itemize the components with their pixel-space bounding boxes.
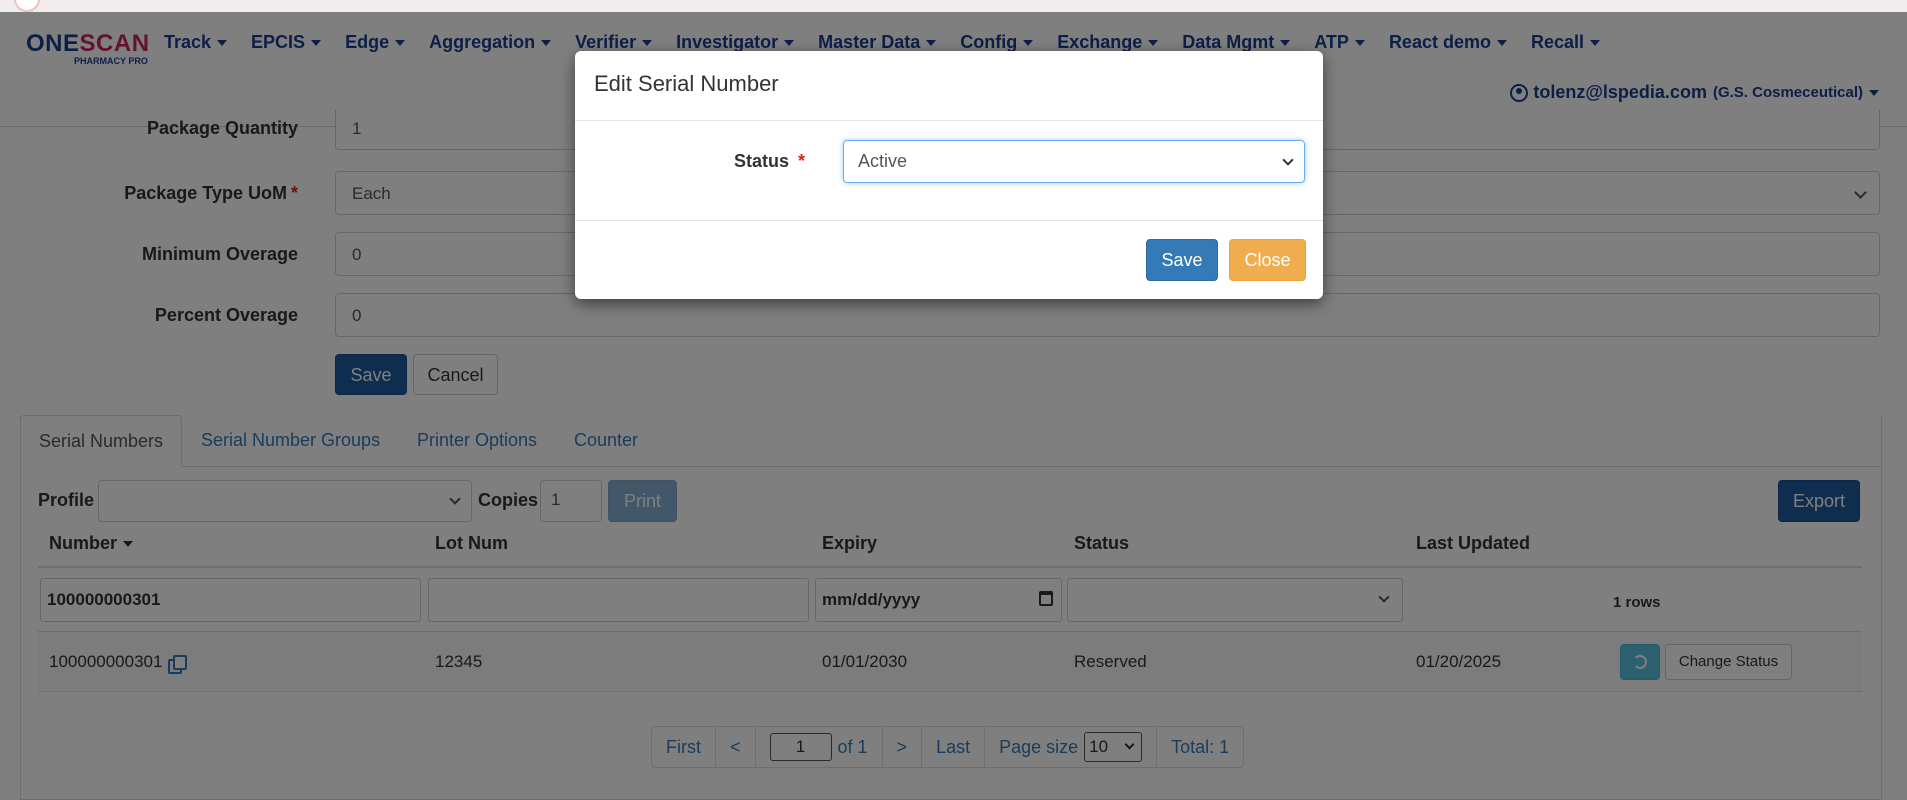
required-mark: *: [797, 151, 805, 171]
modal-header: Edit Serial Number: [575, 51, 1323, 121]
window-dot: [14, 0, 40, 12]
status-select[interactable]: Active: [843, 140, 1305, 183]
chevron-down-icon: [1282, 154, 1294, 166]
modal-save-button[interactable]: Save: [1146, 239, 1218, 281]
browser-top-strip: [0, 0, 1907, 12]
modal-footer: Save Close: [575, 220, 1323, 299]
modal-title: Edit Serial Number: [594, 71, 779, 96]
status-label-wrap: Status *: [734, 151, 805, 172]
status-value: Active: [858, 151, 908, 171]
edit-serial-number-modal: Edit Serial Number Status * Active Save …: [575, 51, 1323, 299]
status-label: Status: [733, 151, 789, 171]
modal-close-button[interactable]: Close: [1229, 239, 1306, 281]
